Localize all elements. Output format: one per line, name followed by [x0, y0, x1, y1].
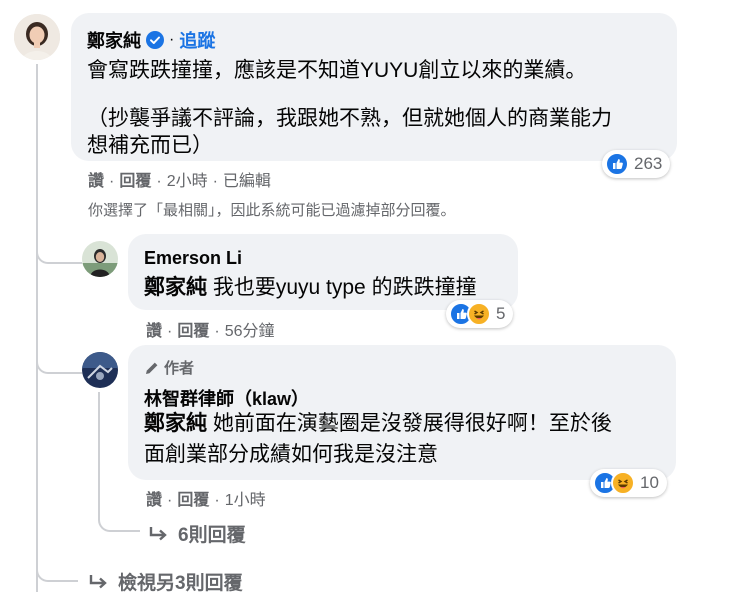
reply1-reactions[interactable]: 5	[446, 300, 514, 328]
thread-line-branch-2	[36, 350, 82, 374]
verified-badge-icon	[146, 31, 164, 49]
dot-separator: ·	[214, 323, 220, 340]
dot-separator: ·	[167, 492, 173, 509]
person-avatar-image	[82, 241, 118, 277]
reply-action[interactable]: 回覆	[177, 492, 209, 509]
main-comment-text-line3: 想補充而已）	[87, 134, 213, 157]
view-more-replies-label: 檢視另3則回覆	[118, 573, 243, 594]
thread-line-sub	[98, 392, 100, 502]
main-comment-text-line1: 會寫跌跌撞撞，應該是不知道YUYU創立以來的業績。	[87, 59, 587, 82]
dot-separator: ·	[109, 173, 115, 190]
more-replies-link[interactable]: 6則回覆	[148, 520, 246, 547]
like-action[interactable]: 讚	[146, 323, 162, 340]
thread-line-end-branch	[36, 550, 78, 582]
reply2-actions: 讚 · 回覆 · 1小時	[146, 486, 266, 510]
like-reaction-icon	[605, 152, 629, 176]
main-comment-reactions[interactable]: 263	[602, 150, 671, 178]
main-comment-bubble: 鄭家純 · 追蹤 會寫跌跌撞撞，應該是不知道YUYU創立以來的業績。 （抄襲爭議…	[71, 13, 677, 161]
dot-separator: ·	[212, 173, 218, 190]
haha-reaction-icon	[611, 471, 635, 495]
main-comment-actions: 讚 · 回覆 · 2小時 · 已編輯	[88, 167, 271, 191]
haha-reaction-icon	[467, 302, 491, 326]
comment-time[interactable]: 2小時	[167, 173, 208, 190]
reply1-avatar[interactable]	[82, 241, 118, 277]
follow-link[interactable]: 追蹤	[179, 27, 215, 53]
dot-separator: ·	[156, 173, 162, 190]
reply-arrow-icon	[88, 572, 110, 592]
like-action[interactable]: 讚	[88, 173, 104, 190]
main-comment-text-line2: （抄襲爭議不評論，我跟她不熟，但就她個人的商業能力	[87, 107, 612, 130]
dot-separator: ·	[214, 492, 220, 509]
reply2-reactions[interactable]: 10	[590, 469, 667, 497]
comment-time[interactable]: 56分鐘	[225, 323, 275, 340]
reply2-text-line1: 鄭家純 她前面在演藝圈是沒發展得很好啊！至於後	[144, 408, 612, 439]
reply1-author[interactable]: Emerson Li	[144, 248, 242, 269]
filter-notice: 你選擇了「最相關」，因此系統可能已過濾掉部分回覆。	[88, 202, 456, 219]
mention-link[interactable]: 鄭家純	[144, 412, 207, 435]
comment-time[interactable]: 1小時	[225, 492, 266, 509]
reply1-actions: 讚 · 回覆 · 56分鐘	[146, 317, 275, 341]
main-comment-reaction-count: 263	[634, 154, 663, 173]
person-avatar-image	[82, 352, 118, 388]
view-more-replies-link[interactable]: 檢視另3則回覆	[88, 568, 243, 595]
reply2-reaction-count: 10	[640, 473, 659, 492]
reply-action[interactable]: 回覆	[177, 323, 209, 340]
author-badge: 作者	[144, 357, 194, 378]
edited-label: 已編輯	[222, 173, 271, 190]
main-comment-author[interactable]: 鄭家純	[87, 27, 141, 53]
reply-arrow-icon	[148, 524, 170, 544]
reply1-reaction-count: 5	[496, 304, 506, 323]
thread-line-sub-branch	[98, 500, 140, 532]
thread-line-branch-1	[36, 240, 82, 264]
reply1-bubble: Emerson Li 鄭家純 我也要yuyu type 的跌跌撞撞	[128, 234, 518, 310]
reply-action[interactable]: 回覆	[119, 173, 151, 190]
dot-separator: ·	[167, 323, 173, 340]
reply1-text: 鄭家純 我也要yuyu type 的跌跌撞撞	[144, 272, 477, 303]
more-replies-label: 6則回覆	[178, 525, 246, 546]
reply2-bubble: 作者 林智群律師（klaw） 鄭家純 她前面在演藝圈是沒發展得很好啊！至於後 面…	[128, 345, 676, 480]
main-comment-avatar[interactable]	[14, 14, 60, 60]
pencil-icon	[144, 360, 160, 376]
thread-line-main	[36, 64, 38, 592]
reply2-text-content: 她前面在演藝圈是沒發展得很好啊！至於後	[212, 412, 612, 435]
reply2-avatar[interactable]	[82, 352, 118, 388]
reply2-text-line2: 面創業部分成績如何我是沒注意	[144, 443, 438, 466]
main-comment-header: 鄭家純 · 追蹤	[87, 27, 215, 53]
dot-separator: ·	[169, 31, 175, 48]
person-avatar-image	[14, 14, 60, 60]
like-action[interactable]: 讚	[146, 492, 162, 509]
author-badge-label: 作者	[164, 360, 195, 377]
reply1-text-content: 我也要yuyu type 的跌跌撞撞	[212, 276, 477, 299]
mention-link[interactable]: 鄭家純	[144, 276, 207, 299]
